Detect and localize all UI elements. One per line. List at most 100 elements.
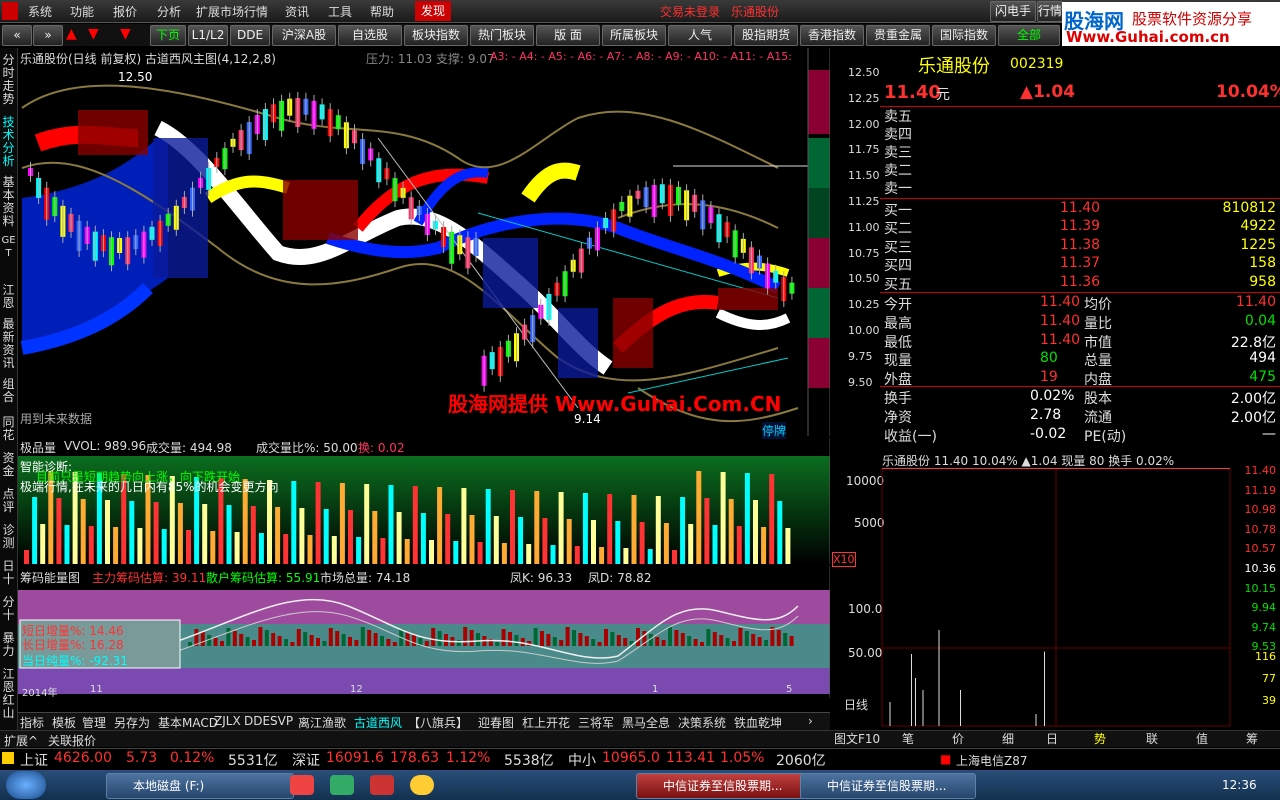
tab-price[interactable]: 价 (952, 730, 964, 747)
tab-min10[interactable]: 分十 (1, 596, 16, 622)
tab-day10[interactable]: 日十 (1, 560, 16, 586)
l1-l2-button[interactable]: L1/L2 (188, 25, 228, 46)
menu-system[interactable]: 系统 (28, 3, 52, 20)
tab-template[interactable]: 模板 (52, 714, 76, 731)
menu-discover[interactable]: 发现 (415, 1, 452, 21)
prev-arrow-button[interactable]: « (2, 25, 32, 46)
trade-login-status[interactable]: 交易未登录 (660, 3, 720, 20)
menu-news[interactable]: 资讯 (285, 3, 309, 20)
tab-lijiang[interactable]: 离江渔歌 (298, 714, 346, 731)
tab-zjlx[interactable]: ZJLX (214, 714, 241, 728)
quote-button[interactable]: 行情 (1037, 1, 1063, 22)
daily-line-label[interactable]: 日线 (844, 696, 868, 713)
tab-get[interactable]: GET (1, 234, 16, 260)
tab-chips[interactable]: 筹 (1246, 730, 1258, 747)
tab-fundamentals[interactable]: 基本资料 (1, 176, 16, 228)
tab-macd[interactable]: 基本MACD (158, 714, 218, 731)
menu-analysis[interactable]: 分析 (157, 3, 181, 20)
sz-index-name[interactable]: 深证 (292, 750, 320, 770)
index-futures-button[interactable]: 股指期货 (734, 25, 798, 46)
server-name[interactable]: 上海电信Z87 (956, 752, 1028, 769)
tab-detail[interactable]: 细 (1002, 730, 1014, 747)
tab-tonghua[interactable]: 同花 (1, 416, 16, 442)
tab-bloom[interactable]: 杠上开花 (522, 714, 570, 731)
menu-function[interactable]: 功能 (70, 3, 94, 20)
down-arrow-icon[interactable]: ▼ (120, 26, 131, 42)
sme-index-name[interactable]: 中小 (568, 750, 596, 770)
taskbar-app-icon-4[interactable] (410, 775, 434, 795)
clock[interactable]: 12:36 (1222, 778, 1257, 792)
tab-spring[interactable]: 迎春图 (478, 714, 514, 731)
tab-indicator[interactable]: 指标 (20, 714, 44, 731)
flash-trade-button[interactable]: 闪电手 (990, 1, 1036, 22)
tab-portfolio[interactable]: 组合 (1, 378, 16, 404)
tab-comment[interactable]: 点评 (1, 488, 16, 514)
taskbar-trading-1[interactable]: 中信证券至信股票期... (636, 773, 812, 799)
related-quotes-button[interactable]: 关联报价 (48, 732, 96, 749)
main-kline-chart[interactable]: 乐通股份(日线 前复权) 古道西风主图(4,12,2,8) 压力: 11.03 … (18, 48, 880, 439)
menu-help[interactable]: 帮助 (370, 3, 394, 20)
mini-intraday-chart[interactable]: 乐通股份 11.40 10.04% ▲1.04 现量 80 换手 0.02% 1… (880, 450, 1280, 730)
hk-index-button[interactable]: 香港指数 (800, 25, 864, 46)
tab-tick[interactable]: 笔 (902, 730, 914, 747)
popularity-button[interactable]: 人气 (668, 25, 732, 46)
taskbar-explorer[interactable]: 本地磁盘 (F:) (106, 773, 294, 799)
tabs-scroll-right[interactable]: › (808, 714, 813, 728)
tab-banner-soldiers[interactable]: 【八旗兵】 (408, 714, 468, 731)
belong-sector-button[interactable]: 所属板块 (602, 25, 666, 46)
precious-metals-button[interactable]: 贵重金属 (866, 25, 930, 46)
tab-svp[interactable]: SVP (270, 714, 293, 728)
hot-sector-button[interactable]: 热门板块 (470, 25, 534, 46)
tab-violence[interactable]: 暴力 (1, 632, 16, 658)
tab-save-as[interactable]: 另存为 (114, 714, 150, 731)
tab-value[interactable]: 值 (1196, 730, 1208, 747)
menu-quote[interactable]: 报价 (113, 3, 137, 20)
watchlist-button[interactable]: 自选股 (338, 25, 402, 46)
brand-banner[interactable]: 股海网 股票软件资源分享 Www.Guhai.com.cn (1062, 2, 1280, 46)
tab-gann[interactable]: 江恩 (1, 284, 16, 310)
down-triangle-icon[interactable]: ▼ (88, 26, 99, 42)
chip-energy-chart[interactable]: 筹码能量图 主力筹码估算: 39.11 散户筹码估算: 55.91 市场总量: … (18, 566, 882, 712)
tab-iron-blood[interactable]: 铁血乾坤 (734, 714, 782, 731)
tab-intraday[interactable]: 分时走势 (1, 54, 16, 106)
tab-day[interactable]: 日 (1046, 730, 1058, 747)
taskbar-app-icon-3[interactable] (370, 775, 394, 795)
dde-switch-button[interactable]: DDE切 (230, 25, 270, 61)
taskbar-app-icon-2[interactable] (330, 775, 354, 795)
f10-button[interactable]: 图文F10 (834, 730, 880, 747)
next-arrow-button[interactable]: » (33, 25, 63, 46)
tab-trend[interactable]: 势 (1094, 730, 1106, 747)
menu-extended-market[interactable]: 扩展市场行情 (196, 3, 268, 20)
tab-manage[interactable]: 管理 (82, 714, 106, 731)
tab-latest-news[interactable]: 最新资讯 (1, 318, 16, 370)
all-button[interactable]: 全部 (998, 25, 1060, 46)
up-arrow-icon[interactable]: ▲ (66, 26, 77, 42)
tab-funds[interactable]: 资金 (1, 452, 16, 478)
expand-button[interactable]: 扩展^ (4, 732, 38, 749)
start-button[interactable] (6, 771, 46, 799)
tab-gudao[interactable]: 古道西风 (354, 714, 402, 731)
menu-tools[interactable]: 工具 (328, 3, 352, 20)
taskbar-trading-2[interactable]: 中信证券至信股票期... (800, 773, 976, 799)
tab-diagnose[interactable]: 诊测 (1, 524, 16, 550)
taskbar-app-icon[interactable] (290, 775, 314, 795)
tab-three-generals[interactable]: 三将军 (578, 714, 614, 731)
chip-bar (245, 637, 250, 646)
shsz-a-button[interactable]: 沪深A股 (272, 25, 336, 46)
sector-index-button[interactable]: 板块指数 (404, 25, 468, 46)
layout-button[interactable]: 版 面 (536, 25, 600, 46)
mini-axis-tick: 9.74 (1251, 620, 1277, 634)
tab-decision[interactable]: 决策系统 (678, 714, 726, 731)
suspended-badge: 停牌 (762, 422, 787, 439)
volume-chart[interactable]: 极品量 VVOL: 989.96 成交量: 494.98 成交量比%: 50.0… (18, 438, 885, 567)
volume-bar (744, 473, 750, 564)
next-page-button[interactable]: 下页 (150, 25, 186, 46)
tab-dde[interactable]: DDE (244, 714, 270, 728)
tab-gann-red[interactable]: 江恩红山 (1, 668, 16, 720)
tab-technical[interactable]: 技术分析 (1, 116, 16, 168)
intl-index-button[interactable]: 国际指数 (932, 25, 996, 46)
volume-bar (453, 541, 459, 564)
tab-related[interactable]: 联 (1146, 730, 1158, 747)
tab-dark-horse[interactable]: 黑马全息 (622, 714, 670, 731)
sh-index-name[interactable]: 上证 (20, 750, 48, 770)
